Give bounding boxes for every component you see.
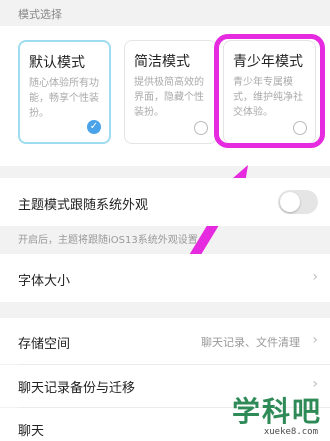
- watermark-logo: 学科吧: [231, 395, 322, 428]
- backup-label: 聊天记录备份与迁移: [18, 381, 136, 396]
- storage-row[interactable]: 存储空间 聊天记录、文件清理 ›: [0, 318, 330, 364]
- follow-system-label: 主题模式跟随系统外观: [18, 198, 149, 213]
- chevron-right-icon: ›: [312, 332, 318, 348]
- watermark-url: xueke8.com: [263, 427, 318, 437]
- font-size-row[interactable]: 字体大小 ›: [0, 254, 330, 302]
- toggle-knob: [280, 192, 300, 212]
- font-size-label: 字体大小: [18, 274, 71, 289]
- chevron-right-icon: ›: [312, 269, 318, 285]
- follow-system-hint: 开启后，主题将跟随iOS13系统外观设置: [18, 235, 198, 246]
- follow-system-row[interactable]: 主题模式跟随系统外观: [0, 178, 330, 226]
- storage-label: 存储空间: [18, 337, 71, 352]
- chat-label: 聊天: [18, 424, 45, 439]
- storage-value: 聊天记录、文件清理: [201, 336, 300, 349]
- follow-system-toggle[interactable]: [278, 190, 318, 214]
